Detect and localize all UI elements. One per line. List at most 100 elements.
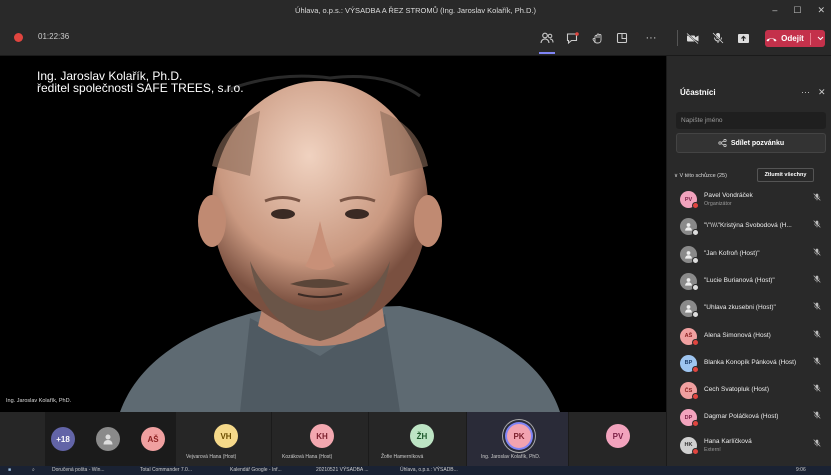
- participant-tile[interactable]: KH Kozáková Hana (Host): [272, 412, 368, 466]
- tile-avatar: ŽH: [410, 424, 434, 448]
- mic-off-icon: [813, 439, 821, 449]
- people-icon: [540, 32, 554, 44]
- overflow-participants-button[interactable]: [0, 412, 45, 466]
- participant-name: Pavel Vondráček: [704, 192, 753, 199]
- participant-row[interactable]: AŠ Alena Šimonová (Host): [667, 323, 831, 349]
- speaker-video-image: [120, 74, 560, 412]
- hand-raise-icon: [592, 33, 601, 44]
- participant-row[interactable]: BP Blanka Konopík Pánková (Host): [667, 350, 831, 376]
- maximize-button[interactable]: ☐: [793, 5, 801, 16]
- participant-tile[interactable]: VH Vejvarová Hana (Host): [176, 412, 271, 466]
- taskbar-item[interactable]: Doručená pošta - Win...: [52, 467, 105, 473]
- participant-role: Externí: [704, 446, 721, 453]
- person-icon: [685, 250, 692, 259]
- tile-avatar: PV: [606, 424, 630, 448]
- speaker-name-label: Ing. Jaroslav Kolařík, PhD.: [6, 398, 72, 404]
- taskbar-item[interactable]: Total Commander 7.0...: [140, 467, 192, 473]
- mic-off-icon: [813, 384, 821, 394]
- participant-row[interactable]: "\"\\\\"Kristýna Svobodová (H...: [667, 213, 831, 239]
- mic-off-icon: [813, 411, 821, 421]
- presence-status-icon: [692, 365, 699, 373]
- participant-row[interactable]: PV Pavel Vondráček Organizátor: [667, 186, 831, 212]
- presence-status-icon: [692, 229, 699, 237]
- toolbar-divider: [677, 30, 678, 46]
- tile-name: Žofie Hamerníková: [381, 454, 424, 460]
- mic-off-icon: [813, 248, 821, 258]
- participant-name: "Jan Kofroň (Host)": [704, 249, 760, 257]
- mic-off-icon: [813, 193, 821, 203]
- tile-avatar: KH: [310, 424, 334, 448]
- mic-toggle-button[interactable]: [708, 28, 728, 48]
- share-screen-button[interactable]: [733, 28, 753, 48]
- participant-row[interactable]: DP Dagmar Poláčková (Host): [667, 404, 831, 430]
- close-window-button[interactable]: ✕: [817, 5, 825, 16]
- chevron-down-icon: [817, 36, 824, 41]
- taskbar-item[interactable]: 20210521 VÝSADBA ...: [316, 467, 369, 473]
- presence-status-icon: [692, 393, 699, 401]
- participant-name: Hana Karlíčková: [704, 437, 752, 445]
- taskbar-clock: 9:06: [796, 467, 806, 473]
- more-icon: ···: [645, 32, 657, 44]
- participant-tile[interactable]: ŽH Žofie Hamerníková: [369, 412, 466, 466]
- speaker-caption: Ing. Jaroslav Kolařík, Ph.D. ředitel spo…: [37, 70, 244, 94]
- rooms-button[interactable]: [612, 28, 632, 48]
- panel-more-button[interactable]: ···: [801, 87, 810, 97]
- person-icon: [103, 434, 113, 445]
- participant-tile-active-speaker[interactable]: PK Ing. Jaroslav Kolařík, PhD.: [467, 412, 568, 466]
- leave-divider: [809, 32, 811, 45]
- reactions-button[interactable]: [587, 28, 607, 48]
- participant-tile[interactable]: PV: [569, 412, 666, 466]
- participant-role: Organizátor: [704, 201, 732, 207]
- leave-button[interactable]: Odejít: [765, 30, 825, 47]
- camera-toggle-button[interactable]: [683, 28, 703, 48]
- tile-avatar: PK: [507, 424, 531, 448]
- window-title: Úhlava, o.p.s.: VÝSADBA A ŘEZ STROMŮ (In…: [295, 5, 536, 15]
- chat-button[interactable]: [562, 28, 582, 48]
- window-title-bar: Úhlava, o.p.s.: VÝSADBA A ŘEZ STROMŮ (In…: [0, 0, 831, 20]
- leave-label: Odejít: [781, 34, 804, 43]
- participant-name: "Lucie Burianová (Host)": [704, 276, 775, 284]
- mic-off-icon: [813, 329, 821, 340]
- presence-status-icon: [692, 338, 699, 346]
- meeting-timer: 01:22:36: [38, 32, 70, 41]
- camera-off-icon: [686, 32, 699, 44]
- presence-status-icon: [692, 256, 699, 264]
- tile-avatar-as[interactable]: AŠ: [141, 427, 165, 451]
- phone-hangup-icon: [766, 37, 777, 41]
- presence-status-icon: [692, 202, 699, 209]
- recording-icon: [14, 33, 23, 42]
- share-invite-button[interactable]: Sdílet pozvánku: [676, 133, 826, 153]
- participant-name: Alena Šimonová (Host): [704, 331, 771, 339]
- minimize-button[interactable]: –: [772, 5, 777, 15]
- mic-off-icon: [813, 302, 821, 312]
- participant-row[interactable]: "Lucie Burianová (Host)": [667, 268, 831, 294]
- more-actions-button[interactable]: ···: [641, 28, 661, 48]
- taskbar-item[interactable]: Kalendář Google - Inf...: [230, 467, 282, 473]
- start-icon[interactable]: ■: [8, 467, 11, 473]
- participant-row[interactable]: ČS Čech Svatopluk (Host): [667, 377, 831, 403]
- presence-status-icon: [692, 311, 699, 319]
- mic-off-icon: [813, 357, 821, 367]
- presence-status-icon: [692, 420, 699, 428]
- participants-panel: Účastníci ··· ✕ Napište jméno Sdílet poz…: [666, 56, 831, 466]
- in-meeting-section-toggle[interactable]: ∨ V této schůzce (25): [674, 173, 727, 179]
- participant-row[interactable]: "Uhlava zkusebni (Host)": [667, 295, 831, 321]
- mute-all-button[interactable]: Ztlumit všechny: [757, 168, 814, 182]
- participants-button[interactable]: [537, 28, 557, 54]
- tile-avatar-unknown[interactable]: [96, 427, 120, 451]
- participant-name: "Uhlava zkusebni (Host)": [704, 304, 776, 312]
- participant-name: Dagmar Poláčková (Host): [704, 413, 779, 421]
- participant-row[interactable]: HK Hana Karlíčková Externí: [667, 432, 831, 458]
- share-invite-label: Sdílet pozvánku: [730, 139, 785, 147]
- share-tray-icon: [737, 33, 749, 43]
- os-taskbar: ■ ⌕ Doručená pošta - Win... Total Comman…: [0, 466, 831, 475]
- participant-strip: +18 AŠ VH Vejvarová Hana (Host) KH Kozák…: [0, 412, 666, 466]
- participant-search-input[interactable]: Napište jméno: [676, 112, 826, 129]
- participant-row[interactable]: "Jan Kofroň (Host)": [667, 241, 831, 267]
- meeting-toolbar: 01:22:36 ··· Odejít: [0, 20, 831, 56]
- search-icon[interactable]: ⌕: [32, 467, 35, 473]
- taskbar-item[interactable]: Úhlava, o.p.s.: VÝSADB...: [400, 467, 458, 473]
- overflow-count-badge[interactable]: +18: [51, 427, 75, 451]
- mic-off-icon: [813, 275, 821, 285]
- panel-close-button[interactable]: ✕: [818, 87, 826, 98]
